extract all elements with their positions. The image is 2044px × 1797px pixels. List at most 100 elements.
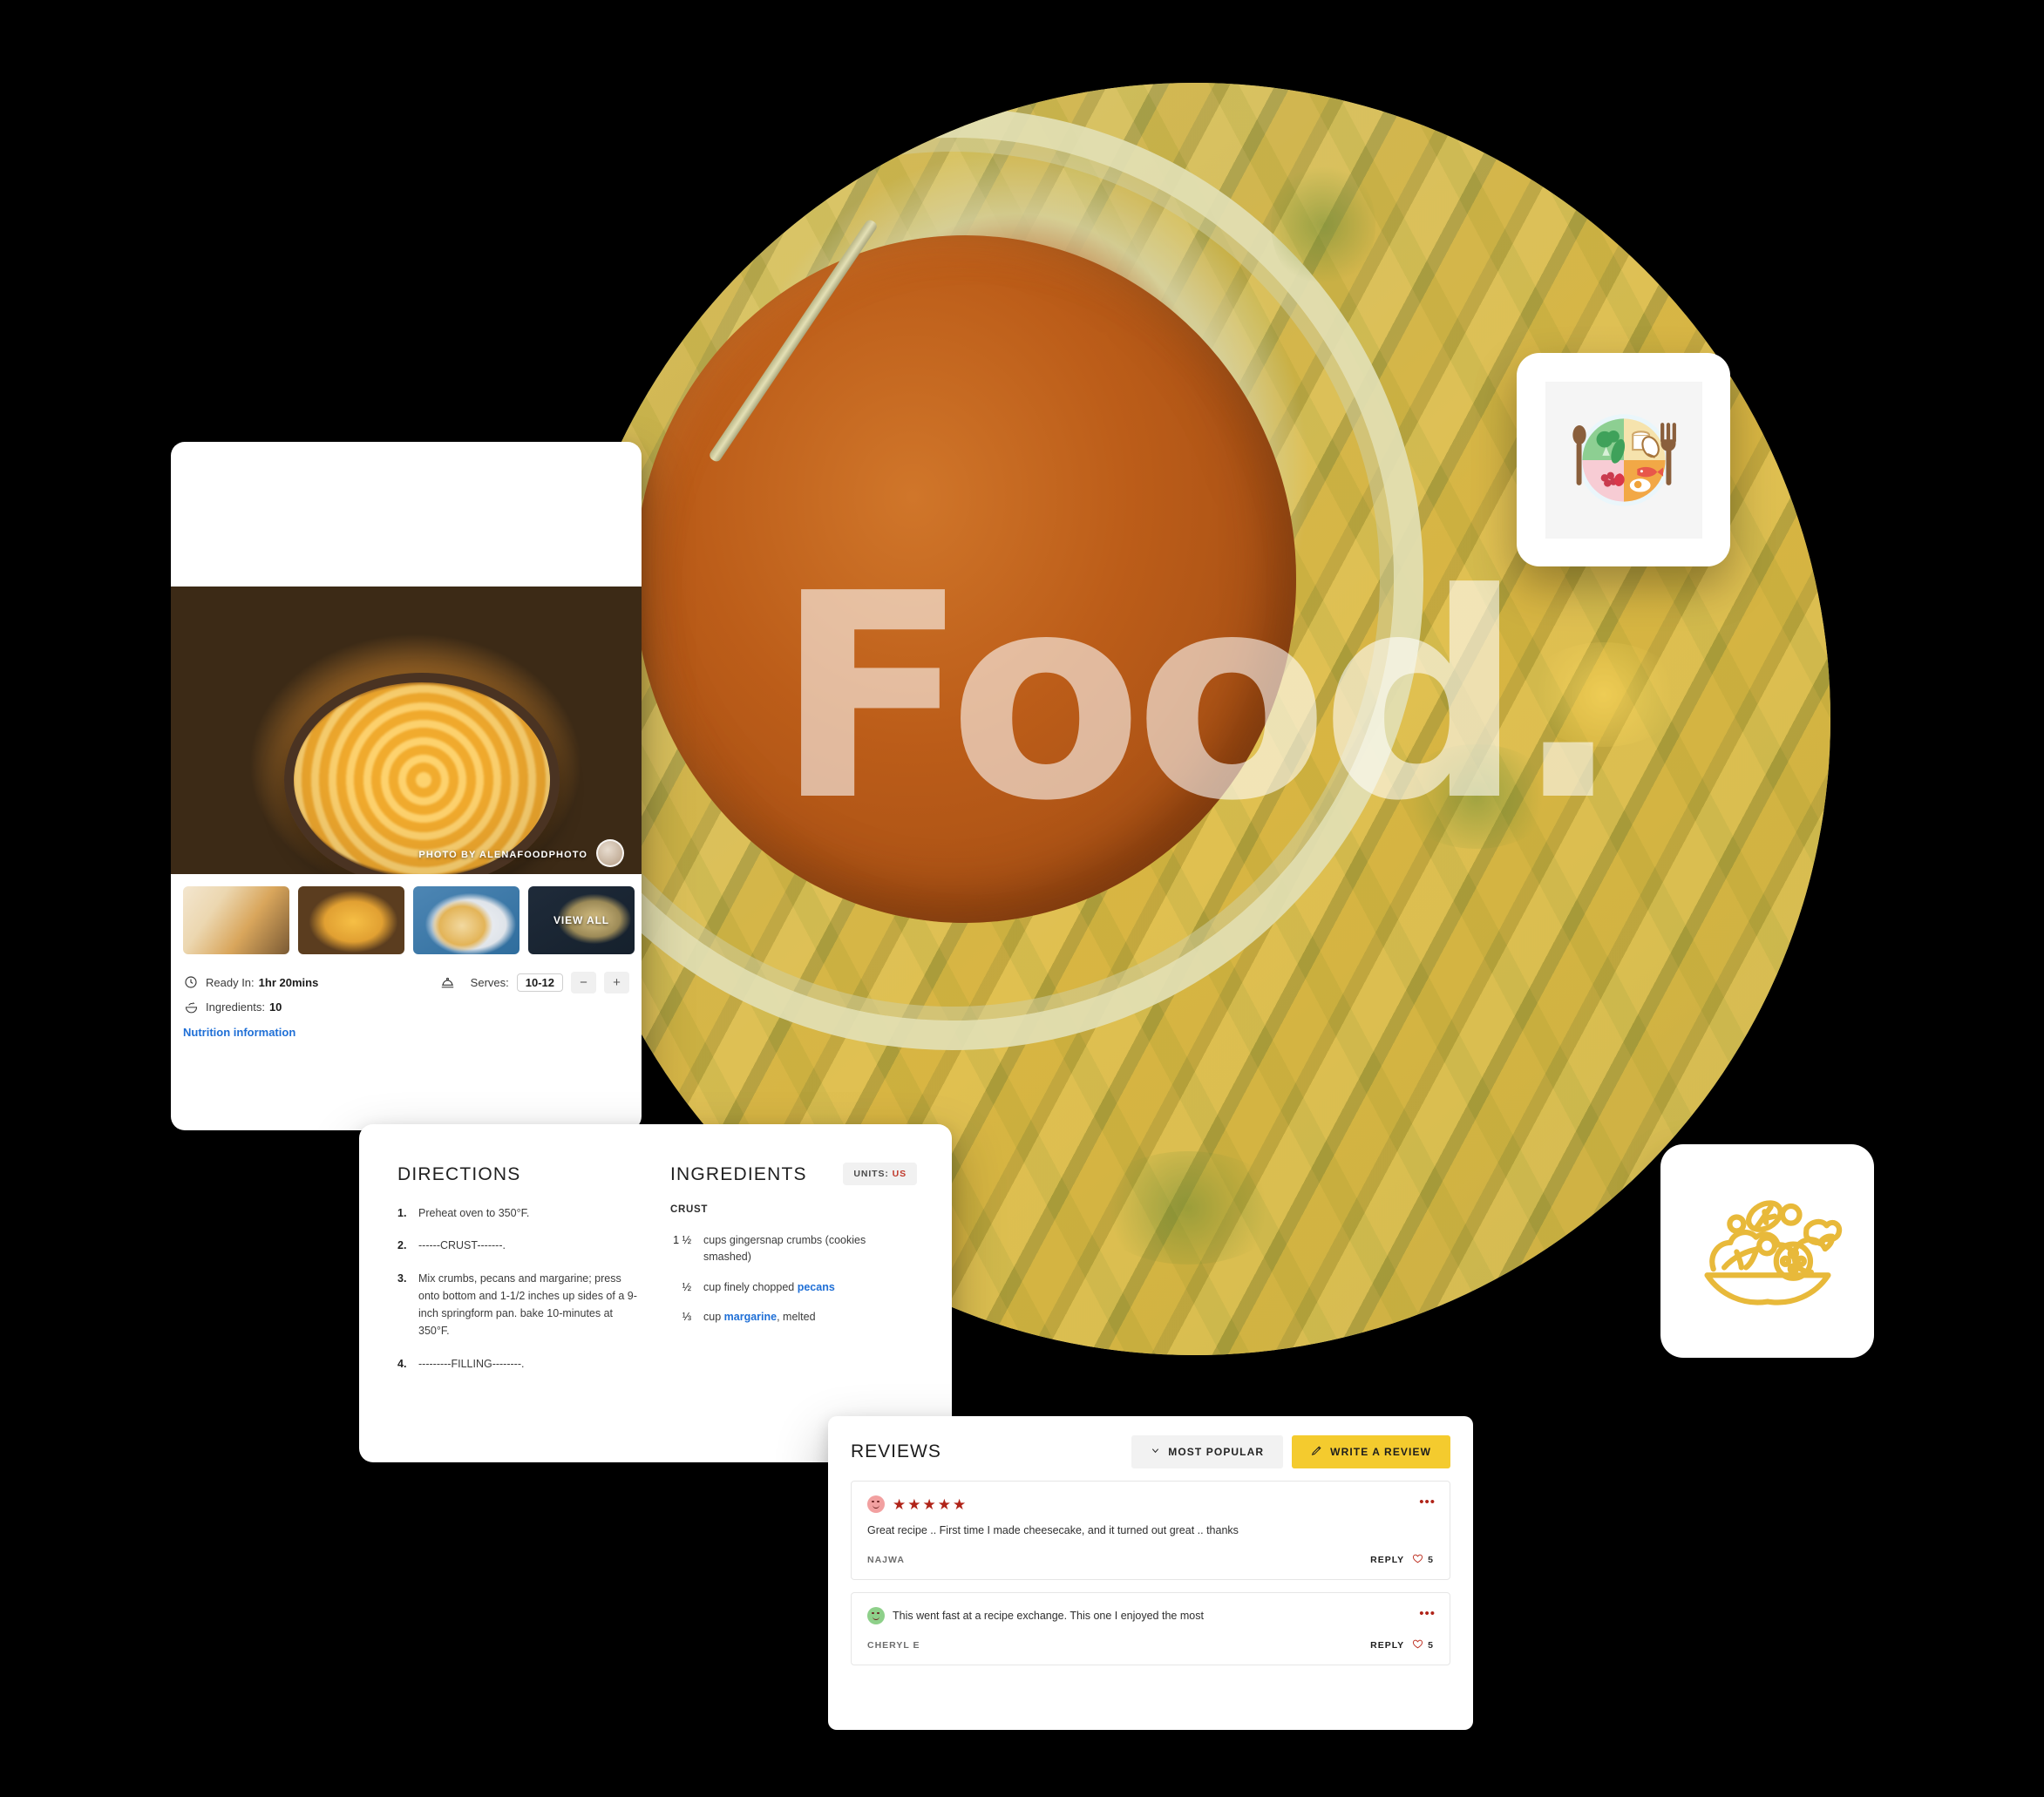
springform-pan xyxy=(283,673,560,874)
step-number: 4. xyxy=(397,1357,407,1370)
reply-button[interactable]: REPLY xyxy=(1370,1555,1404,1565)
ingredient-link-pecans[interactable]: pecans xyxy=(798,1281,835,1293)
sort-reviews-button[interactable]: MOST POPULAR xyxy=(1131,1435,1284,1468)
reply-button[interactable]: REPLY xyxy=(1370,1640,1404,1651)
thumbnail-swirl[interactable] xyxy=(183,886,289,954)
ingredient-row: 1 ½ cups gingersnap crumbs (cookies smas… xyxy=(670,1232,913,1265)
pencil-icon xyxy=(1311,1445,1322,1459)
directions-title: DIRECTIONS xyxy=(397,1164,521,1184)
thumbnail-strip: VIEW ALL xyxy=(183,886,635,954)
ingredients-count-row: Ingredients: 10 xyxy=(183,994,629,1019)
review-footer: CHERYL E REPLY 5 xyxy=(867,1638,1434,1652)
ingredient-text-pre: cups gingersnap crumbs (cookies smashed) xyxy=(703,1234,866,1263)
ingredients-label: Ingredients: xyxy=(206,1000,265,1014)
recipe-meta: Ready In: 1hr 20mins Serves: 10-12 − + I… xyxy=(183,970,629,1041)
star-icon: ★ xyxy=(953,1495,967,1513)
like-button[interactable]: 5 xyxy=(1412,1553,1434,1567)
ready-in-row: Ready In: 1hr 20mins Serves: 10-12 − + xyxy=(183,970,629,994)
ingredient-text: cup margarine, melted xyxy=(703,1309,816,1326)
ready-in-label: Ready In: xyxy=(206,975,255,989)
reviews-card: REVIEWS MOST POPULAR WRITE A REVIEW ••• … xyxy=(828,1416,1473,1730)
view-all-label: VIEW ALL xyxy=(553,914,610,926)
review-item: ••• ★ ★ ★ ★ ★ Great recipe .. First time… xyxy=(851,1481,1450,1580)
review-menu-button[interactable]: ••• xyxy=(1419,1607,1436,1620)
review-rating-row: This went fast at a recipe exchange. Thi… xyxy=(867,1606,1434,1624)
like-button[interactable]: 5 xyxy=(1412,1638,1434,1652)
step-text: ---------FILLING--------. xyxy=(418,1357,525,1370)
ingredient-group-heading: CRUST xyxy=(670,1204,709,1215)
star-icon: ★ xyxy=(922,1495,936,1513)
thumbnail-slice[interactable] xyxy=(413,886,519,954)
step-text: ------CRUST-------. xyxy=(418,1239,506,1252)
ingredients-bowl-icon xyxy=(183,999,199,1014)
ingredients-value: 10 xyxy=(268,1000,282,1014)
garnish-greens xyxy=(1092,1151,1285,1265)
ingredient-row: ½ cup finely chopped pecans xyxy=(670,1279,913,1296)
heart-icon xyxy=(1412,1638,1423,1652)
ingredient-quantity: ⅓ xyxy=(682,1311,691,1324)
salad-bowl-icon xyxy=(1690,1171,1845,1331)
direction-step: 3. Mix crumbs, pecans and margarine; pre… xyxy=(397,1270,641,1340)
thumbnail-view-all[interactable]: VIEW ALL xyxy=(528,886,635,954)
star-rating: ★ ★ ★ ★ ★ xyxy=(893,1497,966,1512)
review-menu-button[interactable]: ••• xyxy=(1419,1495,1436,1509)
serves-increment-button[interactable]: + xyxy=(604,971,629,993)
units-toggle-button[interactable]: UNITS: US xyxy=(843,1163,917,1185)
avatar xyxy=(867,1606,885,1624)
star-icon: ★ xyxy=(907,1495,921,1513)
review-rating-row: ★ ★ ★ ★ ★ xyxy=(867,1495,1434,1513)
garnish-greens xyxy=(1397,744,1555,850)
serves-dish-icon xyxy=(440,974,456,990)
step-number: 2. xyxy=(397,1239,407,1252)
balanced-plate-icon-card[interactable] xyxy=(1517,353,1730,566)
units-value: US xyxy=(892,1169,907,1179)
ingredients-column: INGREDIENTS UNITS: US CRUST 1 ½ cups gin… xyxy=(670,1163,917,1387)
fried-zucchini-highlight xyxy=(1525,642,1682,748)
ingredient-text-pre: cup xyxy=(703,1311,724,1324)
ingredient-text: cups gingersnap crumbs (cookies smashed) xyxy=(703,1232,913,1265)
nutrition-information-link[interactable]: Nutrition information xyxy=(183,1026,295,1039)
serves-value-input[interactable]: 10-12 xyxy=(516,973,563,992)
review-footer: NAJWA REPLY 5 xyxy=(867,1553,1434,1567)
clock-icon xyxy=(183,974,199,990)
like-count: 5 xyxy=(1428,1639,1434,1651)
direction-step: 4. ---------FILLING--------. xyxy=(397,1355,641,1373)
reviews-actions: MOST POPULAR WRITE A REVIEW xyxy=(1131,1435,1450,1468)
direction-step: 2. ------CRUST-------. xyxy=(397,1237,641,1254)
step-number: 3. xyxy=(397,1271,407,1285)
direction-step: 1. Preheat oven to 350°F. xyxy=(397,1204,641,1222)
reviews-header: REVIEWS MOST POPULAR WRITE A REVIEW xyxy=(828,1416,1473,1481)
review-text: Great recipe .. First time I made cheese… xyxy=(867,1524,1239,1536)
heart-icon xyxy=(1412,1553,1423,1567)
balanced-plate-icon xyxy=(1545,381,1702,539)
ingredient-quantity: ½ xyxy=(682,1280,691,1293)
star-icon: ★ xyxy=(937,1495,951,1513)
write-label: WRITE A REVIEW xyxy=(1330,1446,1431,1458)
ingredient-link-margarine[interactable]: margarine xyxy=(724,1311,777,1323)
avatar xyxy=(867,1495,885,1513)
review-text: This went fast at a recipe exchange. Thi… xyxy=(893,1609,1204,1622)
thumbnail-whole-cheesecake[interactable] xyxy=(298,886,404,954)
review-author: CHERYL E xyxy=(867,1639,920,1651)
ingredient-text: cup finely chopped pecans xyxy=(703,1279,835,1296)
tomato-soup xyxy=(634,235,1296,923)
step-text: Mix crumbs, pecans and margarine; press … xyxy=(418,1271,637,1338)
write-review-button[interactable]: WRITE A REVIEW xyxy=(1292,1435,1450,1468)
ready-in-value: 1hr 20mins xyxy=(258,975,319,989)
ingredient-text-post: , melted xyxy=(777,1311,816,1324)
salad-bowl-icon-card[interactable] xyxy=(1660,1144,1874,1358)
sort-label: MOST POPULAR xyxy=(1168,1446,1265,1458)
star-icon: ★ xyxy=(893,1495,907,1513)
ingredient-row: ⅓ cup margarine, melted xyxy=(670,1309,913,1326)
like-count: 5 xyxy=(1428,1554,1434,1565)
chevron-down-icon xyxy=(1151,1446,1160,1458)
ingredient-text-pre: cup finely chopped xyxy=(703,1280,798,1293)
recipe-summary-card: PHOTO BY ALENAFOODPHOTO VIEW ALL Ready I… xyxy=(171,442,642,1130)
units-label: UNITS: xyxy=(853,1169,889,1179)
review-item: ••• This went fast at a recipe exchange.… xyxy=(851,1591,1450,1665)
review-author: NAJWA xyxy=(867,1554,905,1565)
directions-ingredients-card: DIRECTIONS 1. Preheat oven to 350°F. 2. … xyxy=(359,1124,952,1462)
directions-column: DIRECTIONS 1. Preheat oven to 350°F. 2. … xyxy=(397,1164,641,1387)
recipe-hero-photo[interactable]: PHOTO BY ALENAFOODPHOTO xyxy=(171,587,642,874)
serves-decrement-button[interactable]: − xyxy=(571,971,596,993)
